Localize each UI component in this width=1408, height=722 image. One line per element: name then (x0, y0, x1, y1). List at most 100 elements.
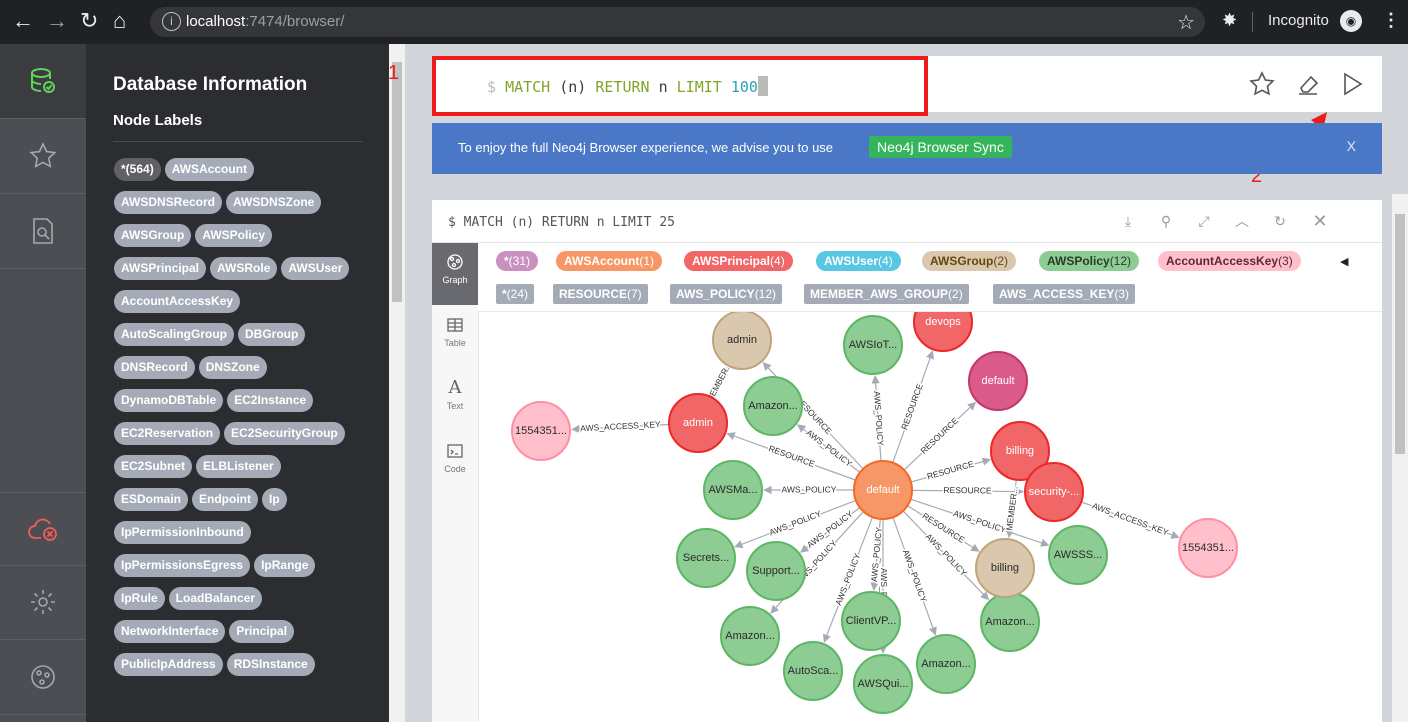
home-icon[interactable]: ⌂ (113, 8, 126, 34)
graph-relationship[interactable]: AWS_POLICY (763, 483, 854, 496)
node-label-chip[interactable]: AutoScalingGroup (114, 323, 234, 346)
browser-sync-button[interactable]: Neo4j Browser Sync (869, 136, 1012, 158)
node-label-chip[interactable]: IpPermissionsEgress (114, 554, 251, 577)
address-bar[interactable]: i localhost:7474/browser/ ☆ (150, 7, 1205, 37)
node-label-chip[interactable]: AWSPrincipal (114, 257, 207, 280)
node-legend-pill[interactable]: AccountAccessKey(3) (1158, 251, 1301, 271)
graph-relationship[interactable]: AWS_POLICY (870, 375, 887, 462)
drawer-scrollbar-thumb[interactable] (392, 62, 402, 302)
rail-settings-button[interactable] (0, 565, 86, 640)
node-label-chip[interactable]: DBGroup (238, 323, 306, 346)
rail-about-button[interactable] (0, 640, 86, 715)
graph-node[interactable]: ClientVP... (841, 591, 901, 651)
graph-relationship[interactable]: MEMBER... (1003, 479, 1021, 539)
frame-query-title[interactable]: $ MATCH (n) RETURN n LIMIT 25 (448, 215, 675, 230)
graph-node[interactable]: Support... (746, 541, 806, 601)
forward-arrow-icon[interactable]: → (46, 8, 68, 34)
rail-database-button[interactable] (0, 44, 86, 119)
info-icon[interactable]: i (162, 12, 181, 31)
node-legend-pill[interactable]: AWSPolicy(12) (1039, 251, 1140, 271)
node-label-chip[interactable]: Ip (262, 488, 287, 511)
node-label-chip[interactable]: PublicIpAddress (114, 653, 223, 676)
bookmark-star-icon[interactable]: ☆ (1177, 10, 1195, 35)
graph-node[interactable]: Amazon... (743, 376, 803, 436)
graph-node[interactable]: default (853, 460, 913, 520)
node-label-chip[interactable]: AWSRole (210, 257, 278, 280)
node-label-chip[interactable]: ELBListener (196, 455, 281, 478)
node-label-chip[interactable]: IpRange (254, 554, 316, 577)
view-graph-button[interactable]: Graph (432, 243, 478, 305)
node-label-chip[interactable]: DynamoDBTable (114, 389, 224, 412)
node-label-chip[interactable]: Endpoint (192, 488, 258, 511)
relationship-legend-pill[interactable]: RESOURCE(7) (553, 284, 648, 304)
node-legend-pill[interactable]: AWSPrincipal(4) (684, 251, 793, 271)
collapse-icon[interactable]: ︿ (1226, 208, 1258, 234)
legend-collapse-icon[interactable]: ◀ (1340, 255, 1348, 268)
node-label-chip[interactable]: AWSUser (281, 257, 350, 280)
node-label-chip[interactable]: AWSDNSZone (226, 191, 322, 214)
graph-node[interactable]: Amazon... (980, 592, 1040, 652)
rail-favorites-button[interactable] (0, 119, 86, 194)
graph-node[interactable]: security-... (1024, 462, 1084, 522)
graph-node[interactable]: AWSQui... (853, 654, 913, 714)
relationship-legend-pill[interactable]: AWS_POLICY(12) (670, 284, 783, 304)
graph-node[interactable]: admin (668, 393, 728, 453)
node-legend-pill[interactable]: AWSUser(4) (816, 251, 901, 271)
node-label-chip[interactable]: NetworkInterface (114, 620, 226, 643)
node-label-chip[interactable]: AWSAccount (164, 158, 255, 181)
graph-node[interactable]: 1554351... (511, 401, 571, 461)
graph-node[interactable]: Amazon... (720, 606, 780, 666)
graph-node[interactable]: default (968, 351, 1028, 411)
graph-node[interactable]: Amazon... (916, 634, 976, 694)
eraser-icon[interactable] (1294, 70, 1322, 98)
view-code-button[interactable]: Code (432, 432, 478, 494)
graph-canvas[interactable]: AWS_ACCESS_KEY AWS_ACCESS_KEY MEMBER... RES… (478, 312, 1382, 722)
node-label-chip[interactable]: AWSGroup (114, 224, 192, 247)
view-text-button[interactable]: A Text (432, 369, 478, 431)
graph-node[interactable]: billing (975, 538, 1035, 598)
graph-relationship[interactable]: AWS_ACCESS_KEY (571, 418, 670, 435)
extension-puzzle-icon[interactable]: ✸ (1222, 10, 1237, 31)
rerun-icon[interactable]: ↻ (1264, 208, 1296, 234)
node-label-chip[interactable]: AccountAccessKey (114, 290, 241, 313)
main-scrollbar-thumb[interactable] (1395, 214, 1405, 454)
node-label-chip[interactable]: EC2Subnet (114, 455, 193, 478)
graph-node[interactable]: AWSMa... (703, 460, 763, 520)
more-menu-icon[interactable]: ⋮ (1382, 10, 1400, 31)
node-legend-pill[interactable]: AWSGroup(2) (922, 251, 1016, 271)
url-text[interactable]: localhost:7474/browser/ (186, 13, 344, 30)
graph-node[interactable]: devops (913, 312, 973, 352)
main-scrollbar[interactable] (1392, 194, 1408, 722)
relationship-legend-pill[interactable]: MEMBER_AWS_GROUP(2) (804, 284, 969, 304)
node-label-chip[interactable]: AWSDNSRecord (114, 191, 223, 214)
graph-node[interactable]: admin (712, 312, 772, 370)
fullscreen-icon[interactable]: ⤢ (1188, 208, 1220, 234)
graph-node[interactable]: AWSSS... (1048, 525, 1108, 585)
node-label-chip[interactable]: DNSZone (198, 356, 267, 379)
node-label-chip[interactable]: EC2Reservation (114, 422, 221, 445)
incognito-icon[interactable]: ◉ (1340, 10, 1362, 32)
graph-relationship[interactable]: RESOURCE (910, 457, 991, 483)
node-label-chip[interactable]: EC2Instance (227, 389, 314, 412)
node-label-chip[interactable]: EC2SecurityGroup (224, 422, 345, 445)
relationship-legend-pill[interactable]: *(24) (496, 284, 535, 304)
node-label-chip[interactable]: AWSPolicy (195, 224, 273, 247)
node-label-chip[interactable]: IpRule (114, 587, 165, 610)
node-label-chip[interactable]: Principal (229, 620, 295, 643)
node-label-chip[interactable]: ESDomain (114, 488, 189, 511)
drawer-scrollbar[interactable] (389, 44, 405, 722)
node-label-chip[interactable]: RDSInstance (226, 653, 315, 676)
graph-node[interactable]: AWSIoT... (843, 315, 903, 375)
rail-documents-button[interactable] (0, 194, 86, 269)
back-arrow-icon[interactable]: ← (12, 8, 34, 34)
node-label-chip[interactable]: IpPermissionInbound (114, 521, 251, 544)
relationship-legend-pill[interactable]: AWS_ACCESS_KEY(3) (993, 284, 1136, 304)
play-run-icon[interactable] (1338, 70, 1366, 98)
close-frame-icon[interactable]: ✕ (1304, 208, 1336, 234)
favorite-star-icon[interactable] (1248, 70, 1276, 98)
pin-icon[interactable]: ⚲ (1150, 208, 1182, 234)
graph-relationship[interactable]: RESOURCE (911, 483, 1024, 497)
graph-node[interactable]: 1554351... (1178, 518, 1238, 578)
node-legend-pill[interactable]: AWSAccount(1) (556, 251, 663, 271)
reload-icon[interactable]: ↻ (80, 8, 98, 34)
